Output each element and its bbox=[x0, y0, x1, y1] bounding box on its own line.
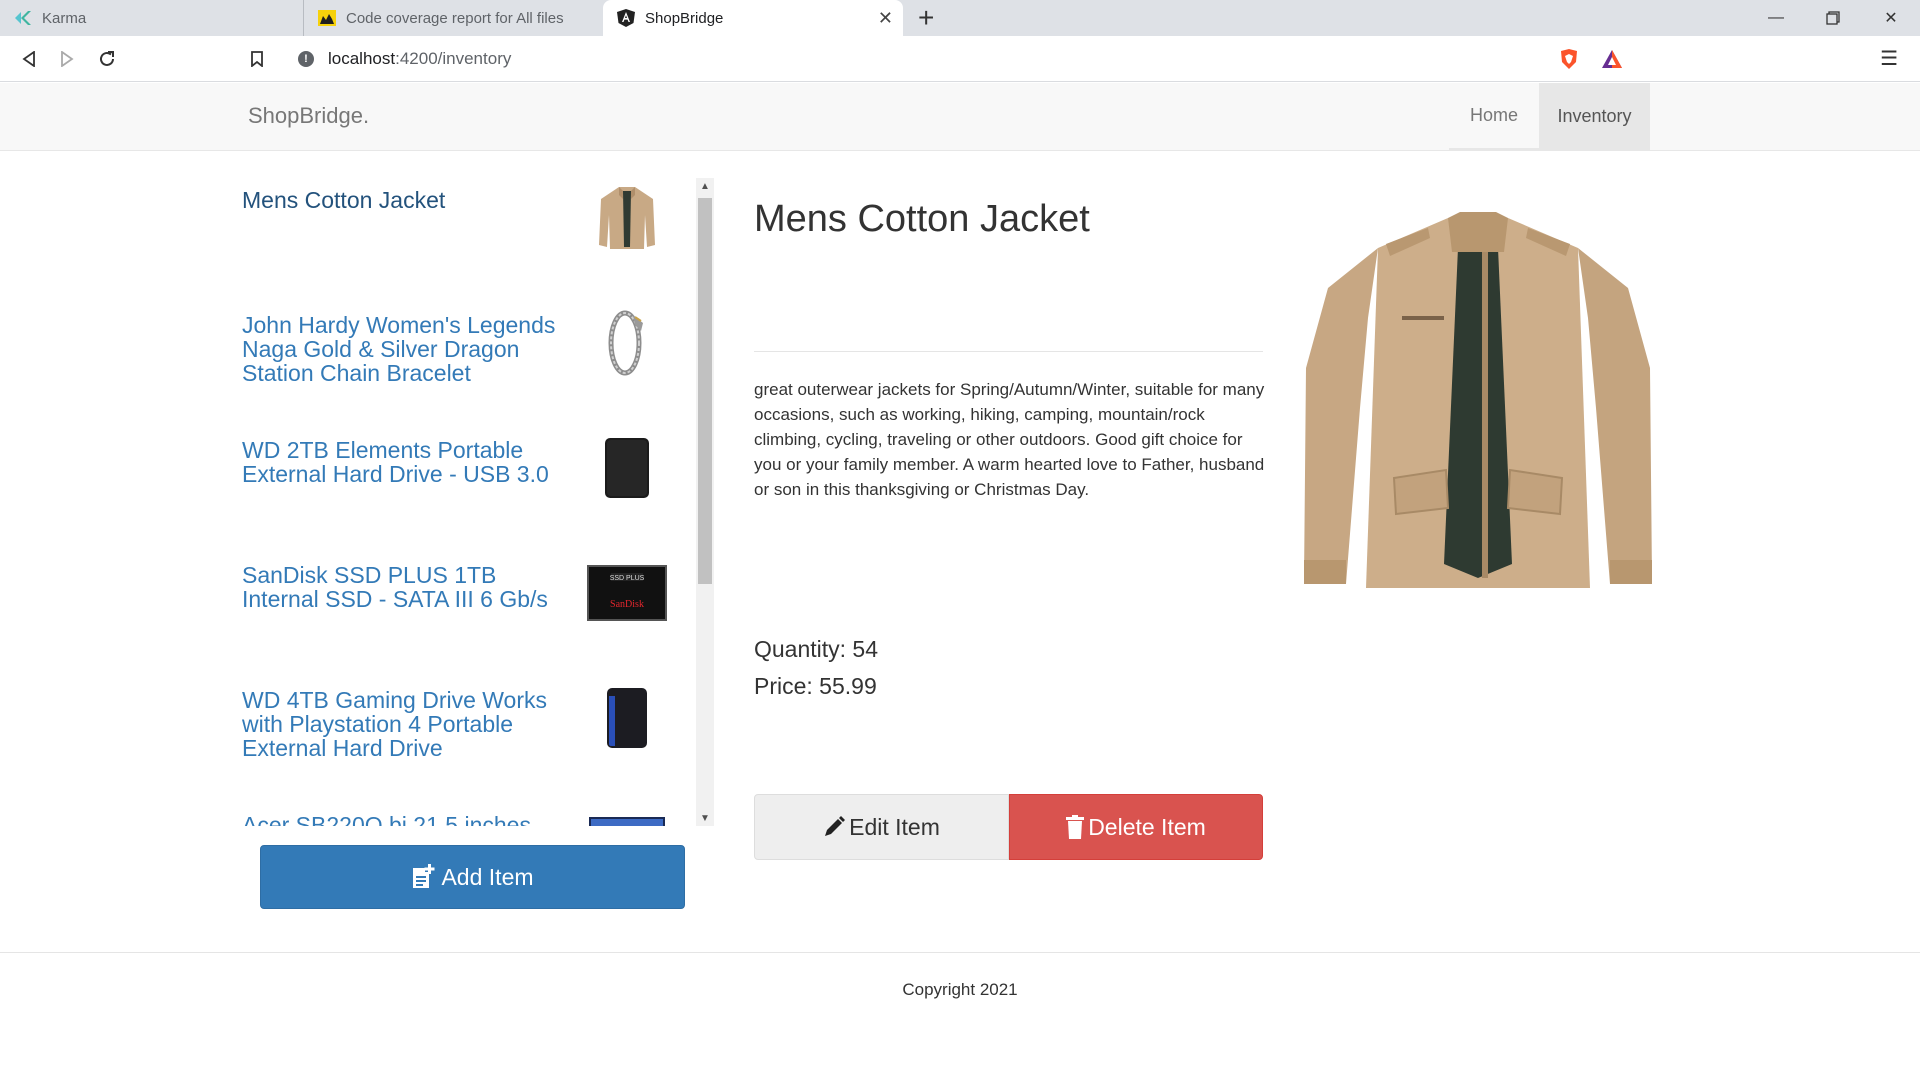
delete-item-label: Delete Item bbox=[1088, 813, 1206, 840]
tab-title: Karma bbox=[42, 9, 87, 27]
address-bar[interactable]: ! localhost:4200/inventory bbox=[286, 42, 1636, 76]
brave-rewards-icon[interactable] bbox=[1601, 48, 1623, 70]
bookmark-icon[interactable] bbox=[244, 46, 270, 72]
restore-icon[interactable] bbox=[1810, 0, 1856, 36]
close-window-icon[interactable]: ✕ bbox=[1868, 0, 1914, 36]
scroll-up-icon[interactable]: ▲ bbox=[696, 178, 714, 194]
browser-tab-karma[interactable]: Karma bbox=[0, 0, 303, 36]
minimize-icon[interactable]: — bbox=[1753, 0, 1799, 36]
product-image bbox=[1298, 208, 1658, 608]
istanbul-icon bbox=[318, 9, 336, 27]
forward-icon[interactable] bbox=[54, 46, 80, 72]
close-tab-icon[interactable]: ✕ bbox=[878, 8, 893, 28]
reload-icon[interactable] bbox=[94, 46, 120, 72]
site-info-icon[interactable]: ! bbox=[298, 51, 314, 67]
list-item[interactable]: John Hardy Women's Legends Naga Gold & S… bbox=[232, 305, 672, 430]
product-name[interactable]: SanDisk SSD PLUS 1TB Internal SSD - SATA… bbox=[242, 563, 562, 611]
karma-icon bbox=[14, 9, 32, 27]
jacket-thumbnail bbox=[587, 180, 667, 255]
footer-copyright: Copyright 2021 bbox=[902, 980, 1018, 999]
brand-logo[interactable]: ShopBridge. bbox=[248, 103, 369, 129]
new-tab-icon[interactable]: + bbox=[918, 4, 934, 32]
delete-item-button[interactable]: Delete Item bbox=[1009, 794, 1263, 860]
browser-menu-icon[interactable]: ☰ bbox=[1880, 46, 1898, 71]
add-note-icon bbox=[413, 864, 435, 888]
edit-item-button[interactable]: Edit Item bbox=[754, 794, 1009, 860]
brave-shield-icon[interactable] bbox=[1558, 48, 1580, 70]
url-host: localhost bbox=[328, 49, 396, 68]
footer-divider bbox=[0, 952, 1920, 953]
back-icon[interactable] bbox=[16, 46, 42, 72]
nav-home-link[interactable]: Home bbox=[1449, 83, 1539, 150]
tab-title: ShopBridge bbox=[645, 9, 724, 27]
scrollbar-thumb[interactable] bbox=[698, 198, 712, 584]
ssd-thumbnail: SSD PLUS SanDisk bbox=[587, 555, 667, 630]
product-list-scrollbar[interactable]: ▲ ▼ bbox=[696, 178, 714, 826]
divider bbox=[754, 351, 1263, 352]
browser-toolbar: ! localhost:4200/inventory ☰ bbox=[0, 36, 1920, 82]
browser-tab-coverage[interactable]: Code coverage report for All files bbox=[303, 0, 603, 36]
pencil-icon bbox=[825, 816, 846, 836]
app-navbar: ShopBridge. Home Inventory bbox=[0, 83, 1920, 151]
list-item[interactable]: WD 4TB Gaming Drive Works with Playstati… bbox=[232, 680, 672, 805]
ssd-label-top: SSD PLUS bbox=[610, 575, 645, 582]
product-name[interactable]: John Hardy Women's Legends Naga Gold & S… bbox=[242, 313, 562, 385]
hard-drive-thumbnail bbox=[587, 430, 667, 505]
trash-icon bbox=[1066, 815, 1085, 839]
angular-icon bbox=[617, 9, 635, 27]
product-name[interactable]: Acer SB220Q bi 21.5 inches bbox=[242, 813, 562, 826]
product-name[interactable]: Mens Cotton Jacket bbox=[242, 188, 562, 212]
add-item-button[interactable]: Add Item bbox=[260, 845, 685, 909]
bracelet-thumbnail bbox=[587, 305, 667, 380]
list-item[interactable]: Mens Cotton Jacket bbox=[232, 180, 672, 305]
product-name[interactable]: WD 2TB Elements Portable External Hard D… bbox=[242, 438, 562, 486]
gaming-drive-thumbnail bbox=[587, 680, 667, 755]
list-item[interactable]: SanDisk SSD PLUS 1TB Internal SSD - SATA… bbox=[232, 555, 672, 680]
product-price: Price: 55.99 bbox=[754, 673, 877, 699]
browser-tab-strip: Karma Code coverage report for All files… bbox=[0, 0, 1920, 36]
list-item[interactable]: Acer SB220Q bi 21.5 inches bbox=[232, 805, 672, 826]
scroll-down-icon[interactable]: ▼ bbox=[696, 810, 714, 826]
add-item-label: Add Item bbox=[441, 863, 534, 890]
product-name[interactable]: WD 4TB Gaming Drive Works with Playstati… bbox=[242, 688, 562, 760]
monitor-thumbnail bbox=[587, 805, 667, 826]
ssd-label-brand: SanDisk bbox=[610, 599, 644, 610]
list-item[interactable]: WD 2TB Elements Portable External Hard D… bbox=[232, 430, 672, 555]
product-description: great outerwear jackets for Spring/Autum… bbox=[754, 380, 1265, 499]
tab-title: Code coverage report for All files bbox=[346, 9, 564, 27]
nav-inventory-link[interactable]: Inventory bbox=[1539, 83, 1650, 150]
browser-tab-shopbridge[interactable]: ShopBridge ✕ bbox=[603, 0, 903, 36]
edit-item-label: Edit Item bbox=[849, 813, 940, 840]
product-quantity: Quantity: 54 bbox=[754, 636, 879, 662]
url-path: :4200/inventory bbox=[395, 49, 512, 68]
product-title: Mens Cotton Jacket bbox=[754, 198, 1090, 240]
product-list: Mens Cotton Jacket John Hardy Women's Le… bbox=[232, 180, 712, 826]
